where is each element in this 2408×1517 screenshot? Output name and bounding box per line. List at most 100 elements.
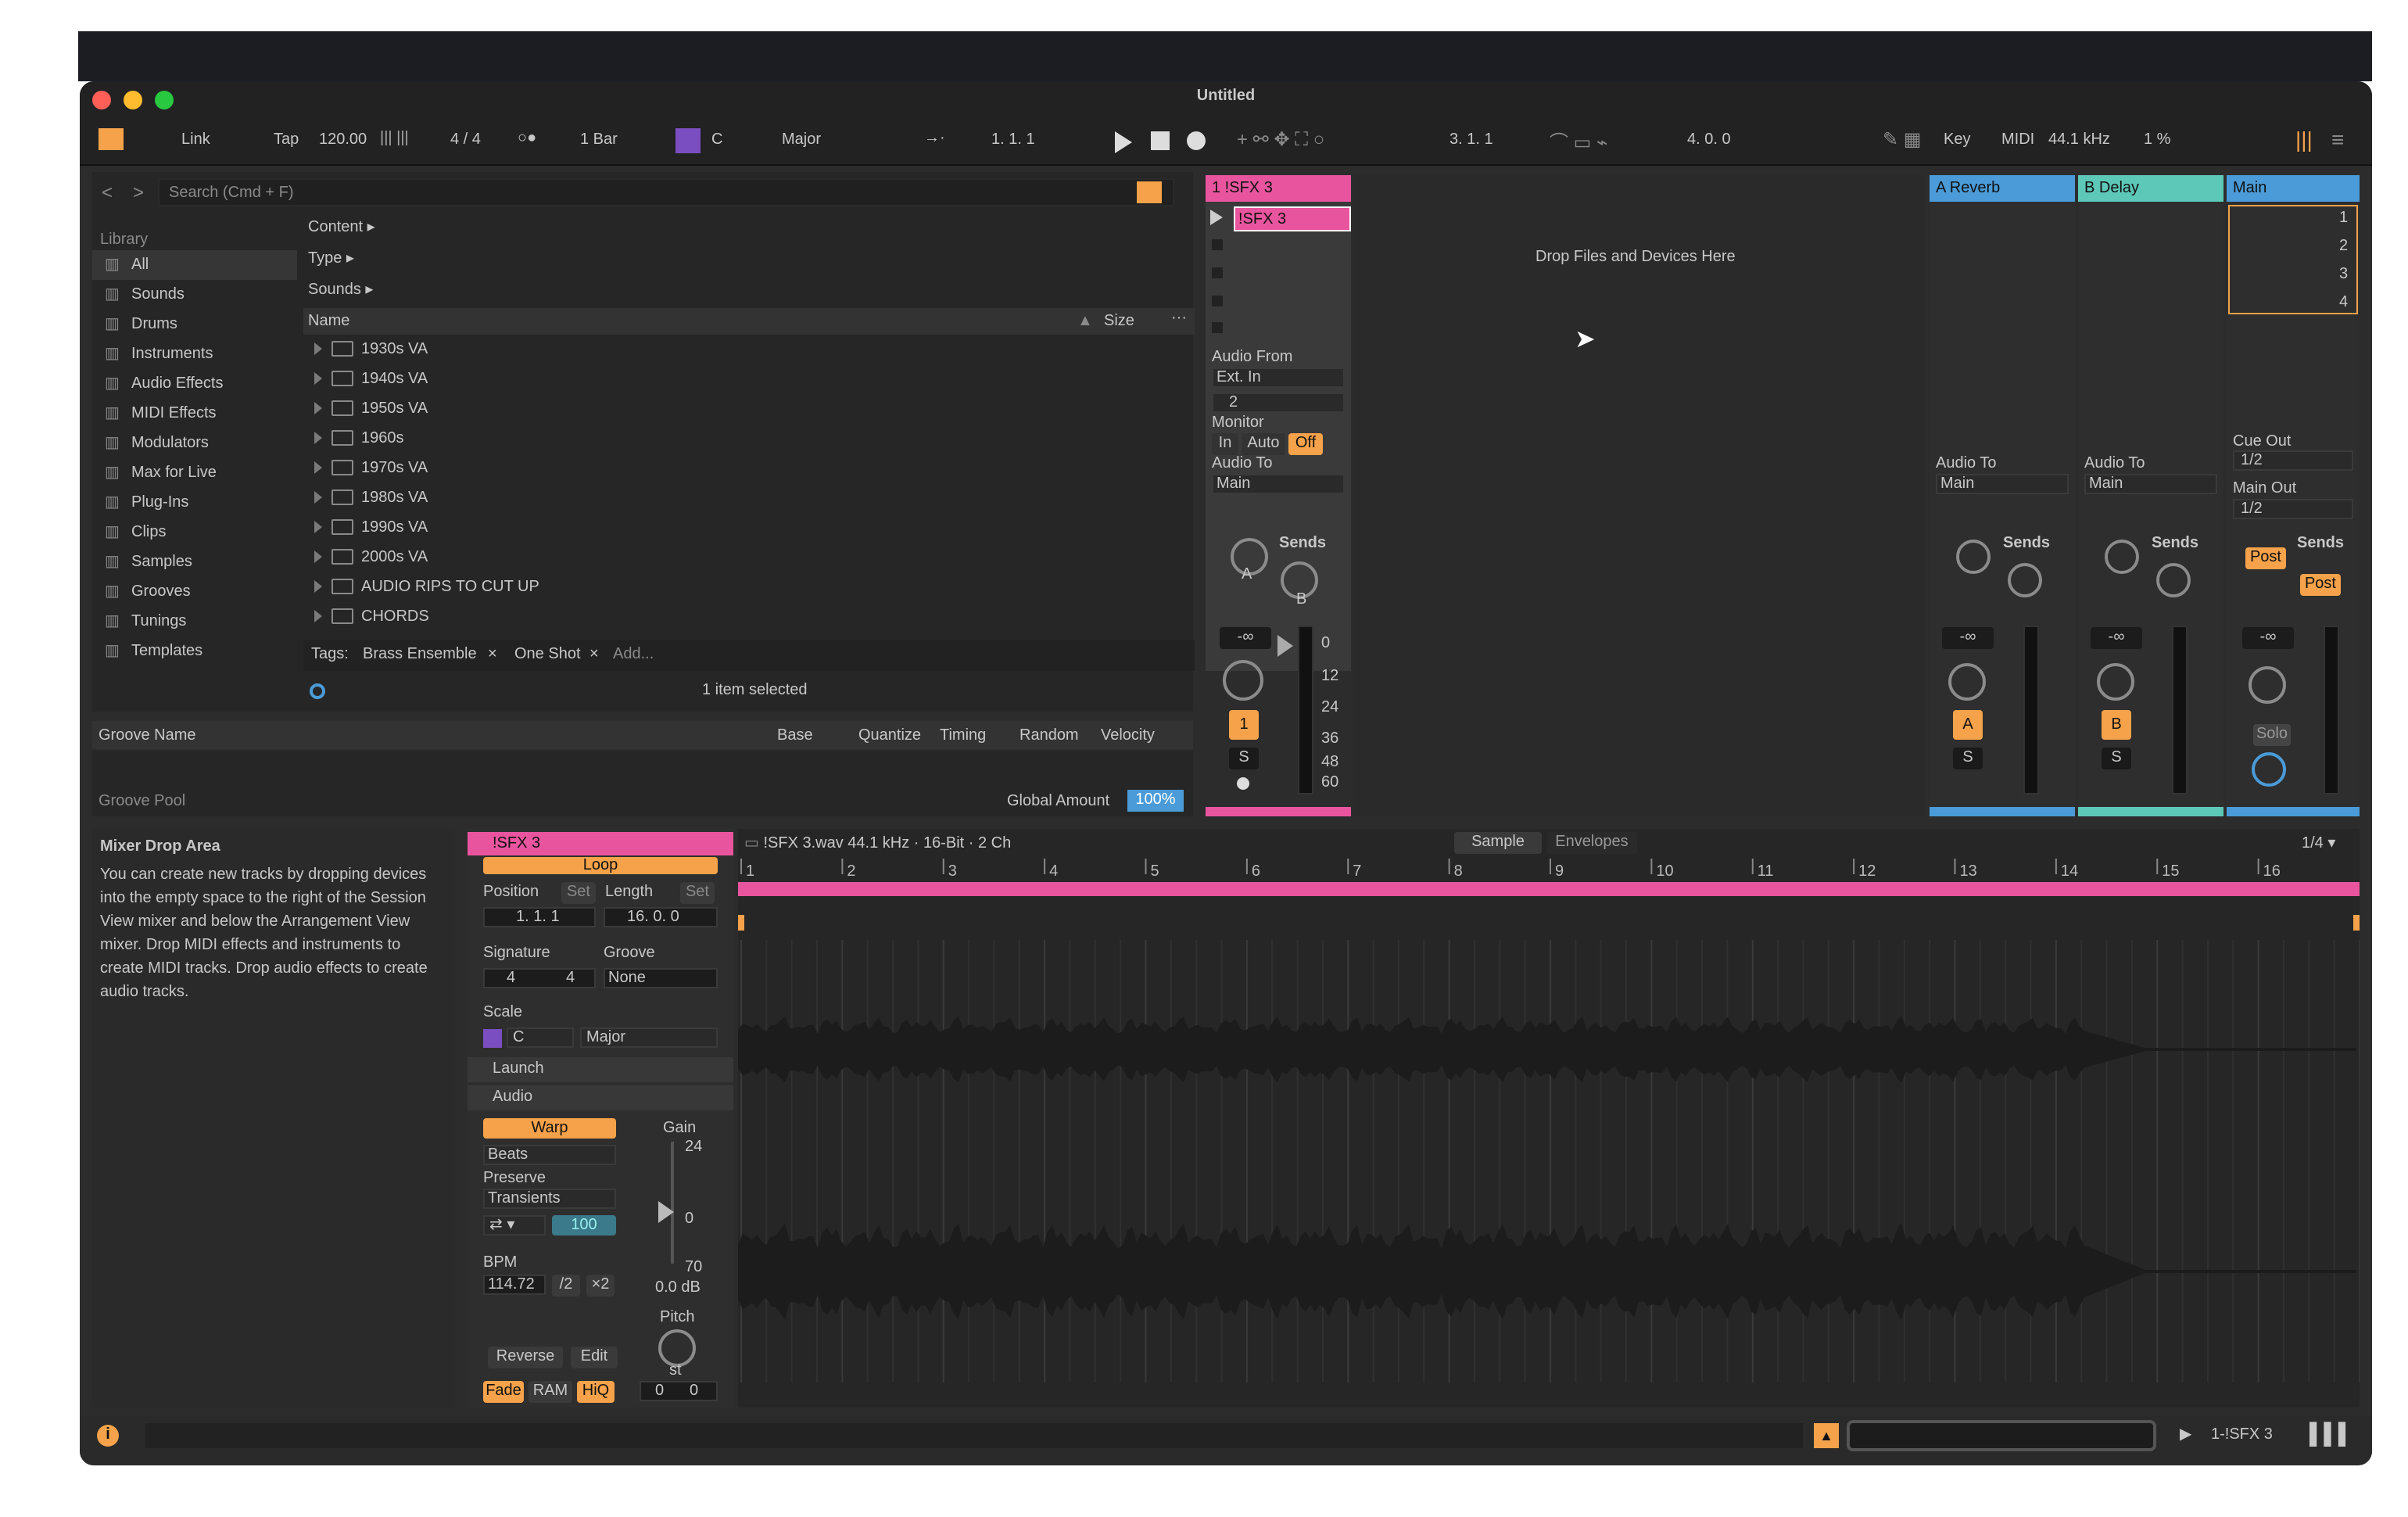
preserve-select[interactable]: Transients (483, 1189, 616, 1209)
expand-icon[interactable] (314, 372, 322, 385)
main-out-select[interactable]: 1/2 (2233, 499, 2353, 519)
key-select[interactable]: C (711, 131, 722, 149)
expand-icon[interactable] (314, 491, 322, 504)
list-item[interactable]: 1930s VA (303, 335, 1195, 364)
main-solo-button[interactable]: Solo (2253, 724, 2291, 746)
track-volume-value[interactable]: -∞ (1220, 627, 1271, 649)
audio-section-header[interactable]: Audio (468, 1085, 733, 1110)
return-b-volume-value[interactable]: -∞ (2091, 627, 2142, 649)
key-map-button[interactable]: Key (1944, 131, 1970, 149)
library-item-drums[interactable]: ▥ Drums (92, 310, 297, 339)
monitor-in-button[interactable]: In (1212, 433, 1238, 455)
follow-icon[interactable]: →· (924, 130, 945, 147)
length-field[interactable]: 16. 0. 0 (604, 907, 718, 927)
view-toggle-icon[interactable] (99, 128, 124, 150)
groove-select[interactable]: None (604, 968, 718, 988)
gain-handle-icon[interactable] (658, 1201, 674, 1223)
list-item[interactable]: 1970s VA (303, 454, 1195, 483)
scale-mode-icon[interactable] (675, 128, 701, 153)
clip-stop-icon[interactable] (1212, 296, 1223, 307)
library-item-all[interactable]: ▥ All (92, 250, 297, 280)
nudge-icon[interactable]: ||| ||| (380, 130, 409, 147)
overdub-icons[interactable]: + ⚯ ✥ ⛶ ○ (1237, 128, 1324, 152)
midi-map-button[interactable]: MIDI (2001, 131, 2034, 149)
return-b-activator[interactable]: B (2102, 710, 2131, 740)
scene-1[interactable]: 1 (2339, 210, 2348, 227)
clip-key-select[interactable]: C (507, 1027, 574, 1048)
list-item[interactable]: AUDIO RIPS TO CUT UP (303, 572, 1195, 602)
tag-remove-icon[interactable]: × (589, 646, 599, 663)
clip-slot-1[interactable]: !SFX 3 (1234, 206, 1351, 231)
expand-icon[interactable] (314, 580, 322, 593)
solo-button[interactable]: S (1229, 748, 1259, 769)
filter-icon[interactable] (1137, 181, 1162, 203)
pan-knob[interactable] (1223, 660, 1263, 701)
library-item-grooves[interactable]: ▥ Grooves (92, 577, 297, 607)
tab-envelopes[interactable]: Envelopes (1546, 832, 1637, 854)
list-item[interactable]: CHORDS (303, 602, 1195, 632)
clip-stop-icon[interactable] (1212, 239, 1223, 250)
link-button[interactable]: Link (181, 131, 210, 149)
return-b-send-a-knob[interactable] (2105, 540, 2139, 574)
return-a-pan-knob[interactable] (1948, 663, 1986, 701)
grid-select[interactable]: 1/4 ▾ (2302, 835, 2335, 852)
post-button[interactable]: Post (2300, 574, 2341, 596)
expand-icon[interactable] (314, 521, 322, 533)
warp-toggle[interactable]: Warp (483, 1118, 616, 1139)
start-marker[interactable] (738, 915, 744, 931)
loop-toggle[interactable]: Loop (483, 857, 718, 874)
scale-toggle-icon[interactable] (483, 1029, 502, 1048)
return-a-solo[interactable]: S (1953, 748, 1983, 769)
return-a-send-b-knob[interactable] (2008, 563, 2042, 597)
return-a-header[interactable]: A Reverb (1930, 175, 2075, 202)
return-b-audio-to-select[interactable]: Main (2084, 474, 2217, 494)
half-tempo-button[interactable]: /2 (552, 1275, 580, 1296)
list-item[interactable]: 1990s VA (303, 513, 1195, 543)
scene-4[interactable]: 4 (2339, 294, 2348, 311)
tag-add[interactable]: Add... (613, 646, 654, 663)
track-activator-button[interactable]: 1 (1229, 710, 1259, 740)
ram-button[interactable]: RAM (529, 1381, 572, 1403)
metronome-icon[interactable]: ○● (518, 130, 536, 147)
loop-length-field[interactable]: 4. 0. 0 (1687, 131, 1731, 149)
track-1-header[interactable]: 1 !SFX 3 (1206, 175, 1351, 202)
library-item-samples[interactable]: ▥ Samples (92, 547, 297, 577)
preview-icon[interactable] (310, 683, 325, 699)
clip-stop-icon[interactable] (1212, 267, 1223, 278)
cue-out-select[interactable]: 1/2 (2233, 450, 2353, 471)
list-item[interactable]: 1940s VA (303, 364, 1195, 394)
return-b-solo[interactable]: S (2102, 748, 2131, 769)
return-a-volume-value[interactable]: -∞ (1942, 627, 1994, 649)
library-item-midi-effects[interactable]: ▥ MIDI Effects (92, 399, 297, 429)
loop-brace[interactable] (738, 882, 2360, 896)
library-item-audio-effects[interactable]: ▥ Audio Effects (92, 369, 297, 399)
reverse-button[interactable]: Reverse (488, 1347, 563, 1368)
filter-content[interactable]: Content ▸ (308, 219, 375, 236)
waveform-display[interactable] (738, 940, 2360, 1383)
return-a-activator[interactable]: A (1953, 710, 1983, 740)
draw-mode-icon[interactable]: ✎ ▦ (1883, 128, 1921, 150)
transpose-knob[interactable] (658, 1329, 696, 1367)
play-icon[interactable] (1115, 131, 1132, 153)
list-item[interactable]: 1980s VA (303, 483, 1195, 513)
record-icon[interactable] (1187, 131, 1206, 150)
cpu-graph-icon[interactable]: ▌▌▌ (2309, 1422, 2352, 1445)
double-tempo-button[interactable]: ×2 (586, 1275, 615, 1296)
main-pan-knob[interactable] (2249, 666, 2286, 704)
library-item-modulators[interactable]: ▥ Modulators (92, 429, 297, 458)
position-set-button[interactable]: Set (561, 882, 596, 904)
info-toggle-icon[interactable]: i (97, 1425, 119, 1447)
tempo-field[interactable]: 120.00 (319, 131, 367, 149)
beat-ruler[interactable]: 1 2 3 4 5 6 7 8 9 10 11 12 13 14 15 16 (738, 859, 2360, 940)
expand-icon[interactable] (314, 342, 322, 355)
scene-3[interactable]: 3 (2339, 266, 2348, 283)
scale-select[interactable]: Major (782, 131, 821, 149)
library-item-clips[interactable]: ▥ Clips (92, 518, 297, 547)
position-field[interactable]: 1. 1. 1 (483, 907, 596, 927)
library-item-templates[interactable]: ▥ Templates (92, 637, 297, 666)
expand-icon[interactable] (314, 461, 322, 474)
signature-field[interactable]: 4 / 4 (450, 131, 481, 149)
return-b-pan-knob[interactable] (2097, 663, 2134, 701)
list-item[interactable]: 1960s (303, 424, 1195, 454)
length-set-button[interactable]: Set (680, 882, 715, 904)
